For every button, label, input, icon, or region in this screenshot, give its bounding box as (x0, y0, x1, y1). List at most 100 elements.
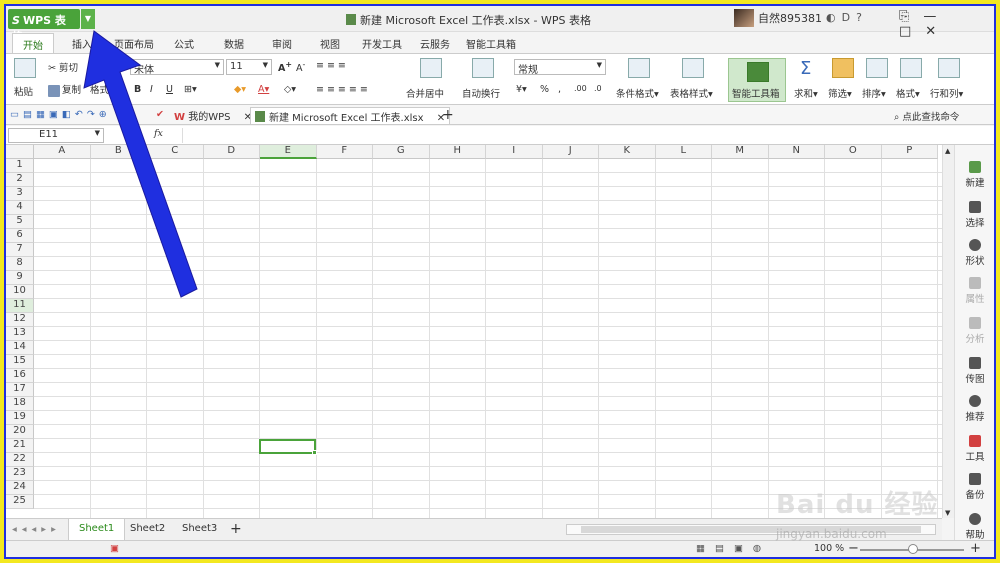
row-header-9[interactable]: 9 (6, 271, 34, 285)
sheet-tab-sheet2[interactable]: Sheet2 (120, 519, 175, 540)
search-command[interactable]: ⌕ 点此查找命令 (894, 109, 959, 123)
number-format-select[interactable]: 常规 ▼ (514, 59, 606, 76)
fill-handle[interactable] (312, 450, 317, 455)
row-header-2[interactable]: 2 (6, 173, 34, 187)
row-col-icon[interactable] (938, 58, 960, 78)
tab-insert[interactable]: 插入 (72, 36, 92, 51)
row-header-16[interactable]: 16 (6, 369, 34, 383)
zoom-slider-knob[interactable] (908, 544, 918, 554)
grow-font-icon[interactable]: A+ (278, 60, 292, 74)
bold-icon[interactable]: B (134, 84, 141, 95)
skin-icon[interactable]: ◐ (826, 11, 842, 24)
row-header-17[interactable]: 17 (6, 383, 34, 397)
conditional-format-button[interactable]: 条件格式▾ (616, 86, 659, 100)
spreadsheet-grid[interactable]: ABCDEFGHIJKLMNOP 1 2 3 4 5 6 7 8 9 10 11 12 13 14 15 16… (6, 145, 942, 518)
macro-icon[interactable]: ▣ (110, 543, 119, 554)
side-new[interactable]: 新建 (955, 161, 994, 189)
format-button[interactable]: 格式▾ (896, 86, 920, 100)
row-header-20[interactable]: 20 (6, 425, 34, 439)
fill-color-icon[interactable]: ◆▾ (234, 84, 246, 95)
scroll-up-icon[interactable]: ▲ (945, 147, 950, 155)
tab-smart-toolbox[interactable]: 智能工具箱 (466, 36, 516, 51)
merge-center-button[interactable]: 合并居中 (406, 86, 444, 100)
cut-button[interactable]: ✂ 剪切 (48, 60, 78, 74)
minimize-icon[interactable]: — (923, 9, 950, 24)
column-header-b[interactable]: B (90, 145, 147, 159)
tab-view[interactable]: 视图 (320, 36, 340, 51)
column-header-o[interactable]: O (825, 145, 882, 159)
percent-button[interactable]: % (540, 84, 549, 95)
paste-icon[interactable] (14, 58, 36, 78)
zoom-in-icon[interactable]: + (970, 541, 981, 556)
side-tools[interactable]: 工具 (955, 435, 994, 463)
side-recommend[interactable]: 推荐 (955, 395, 994, 423)
row-header-7[interactable]: 7 (6, 243, 34, 257)
side-upload-image[interactable]: 传图 (955, 357, 994, 385)
table-style-icon[interactable] (682, 58, 704, 78)
select-all-corner[interactable] (6, 145, 34, 159)
column-header-n[interactable]: N (768, 145, 825, 159)
formula-input[interactable] (182, 128, 982, 143)
row-header-23[interactable]: 23 (6, 467, 34, 481)
row-header-12[interactable]: 12 (6, 313, 34, 327)
row-header-10[interactable]: 10 (6, 285, 34, 299)
row-header-1[interactable]: 1 (6, 159, 34, 173)
wrap-text-button[interactable]: 自动换行 (462, 86, 500, 100)
tab-data[interactable]: 数据 (224, 36, 244, 51)
row-header-19[interactable]: 19 (6, 411, 34, 425)
font-color-icon[interactable]: A▾ (258, 84, 269, 95)
filter-icon[interactable] (832, 58, 854, 78)
share-icon[interactable]: D (842, 11, 856, 24)
tab-review[interactable]: 审阅 (272, 36, 292, 51)
sheet-tab-sheet3[interactable]: Sheet3 (172, 519, 227, 540)
column-header-a[interactable]: A (34, 145, 91, 159)
name-box[interactable]: E11 ▼ (8, 128, 104, 143)
zoom-search-icon[interactable]: ⊕ (134, 129, 142, 140)
sheet-nav-icons[interactable]: ◂◂◂▸▸ (12, 524, 61, 535)
sum-button[interactable]: 求和▾ (794, 86, 818, 100)
column-header-m[interactable]: M (712, 145, 769, 159)
sort-button[interactable]: 排序▾ (862, 86, 886, 100)
row-header-4[interactable]: 4 (6, 201, 34, 215)
sum-icon[interactable]: Σ (800, 58, 811, 79)
tab-page-layout[interactable]: 页面布局 (114, 36, 154, 51)
active-cell[interactable] (259, 439, 317, 455)
sort-icon[interactable] (866, 58, 888, 78)
border-icon[interactable]: ⊞▾ (184, 84, 197, 95)
fx-button[interactable]: fx (154, 128, 163, 139)
row-header-25[interactable]: 25 (6, 495, 34, 509)
font-name-select[interactable]: 宋体 ▼ (130, 59, 224, 76)
side-shape[interactable]: 形状 (955, 239, 994, 267)
row-header-14[interactable]: 14 (6, 341, 34, 355)
quick-access-icons[interactable]: ▭▤▦▣◧↶↷⊕ (10, 109, 111, 120)
tab-my-wps[interactable]: W 我的WPS ✕ (170, 107, 256, 124)
zoom-out-icon[interactable]: − (848, 541, 859, 556)
format-painter-button[interactable]: 格式刷 (90, 82, 119, 96)
row-header-22[interactable]: 22 (6, 453, 34, 467)
merge-center-icon[interactable] (420, 58, 442, 78)
column-header-g[interactable]: G (373, 145, 430, 159)
copy-button[interactable]: 复制 (48, 82, 81, 97)
row-col-button[interactable]: 行和列▾ (930, 86, 963, 100)
format-icon[interactable] (900, 58, 922, 78)
help-icon[interactable]: ? (856, 11, 868, 24)
shrink-font-icon[interactable]: A- (296, 60, 305, 74)
paste-button[interactable]: 粘贴 (14, 84, 33, 98)
column-header-d[interactable]: D (203, 145, 260, 159)
pin-icon[interactable]: ✔ (156, 109, 164, 120)
clear-format-icon[interactable]: ◇▾ (284, 84, 296, 95)
column-header-k[interactable]: K (599, 145, 656, 159)
comma-style-icon[interactable]: , (558, 84, 561, 95)
wrap-text-icon[interactable] (472, 58, 494, 78)
add-sheet-icon[interactable]: + (230, 521, 242, 537)
row-header-11[interactable]: 11 (6, 299, 34, 313)
filter-button[interactable]: 筛选▾ (828, 86, 852, 100)
font-size-select[interactable]: 11 ▼ (226, 59, 272, 75)
column-header-p[interactable]: P (881, 145, 938, 159)
row-header-15[interactable]: 15 (6, 355, 34, 369)
column-header-l[interactable]: L (655, 145, 712, 159)
column-header-j[interactable]: J (542, 145, 599, 159)
row-header-3[interactable]: 3 (6, 187, 34, 201)
vertical-scrollbar[interactable]: ▲ ▼ (942, 145, 954, 518)
row-header-6[interactable]: 6 (6, 229, 34, 243)
